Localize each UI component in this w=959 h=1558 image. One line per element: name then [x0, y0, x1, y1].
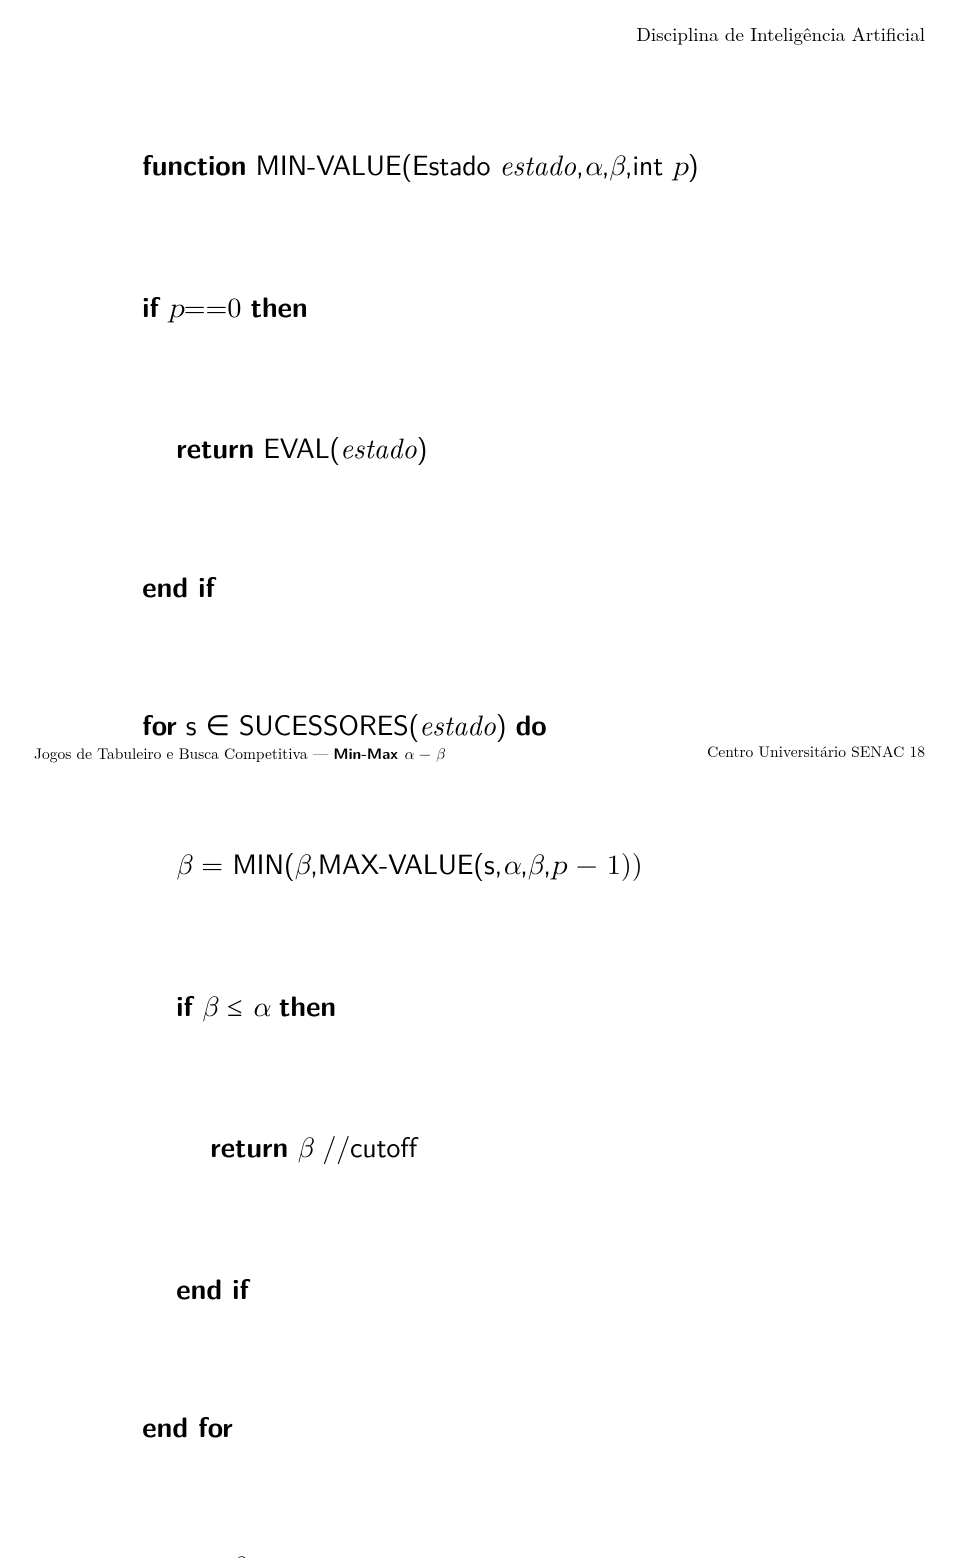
fn-sucessores: SUCESSORES(: [230, 703, 419, 744]
minus-one-close: − 1)): [576, 843, 643, 883]
alpha: α: [584, 153, 602, 181]
keyword-endif: end if: [142, 566, 215, 606]
footer-left: Jogos de Tabuleiro e Busca Competitiva —…: [34, 741, 445, 765]
type-int: int: [632, 143, 672, 184]
elem-of: ∈: [205, 704, 229, 744]
code-line-7: if β ≤ α then: [139, 935, 698, 1077]
var-p: p: [551, 852, 576, 880]
keyword-return: return: [176, 427, 254, 467]
sep: ,: [576, 143, 584, 184]
code-line-5: for s ∈ SUCESSORES(estado) do: [105, 655, 698, 794]
code-line-3: return EVAL(estado): [139, 378, 698, 517]
fn-name: MIN-VALUE(: [246, 143, 412, 184]
keyword-do: do: [516, 704, 547, 744]
beta: β: [220, 1554, 245, 1558]
beta: β: [528, 852, 544, 880]
fn-eval: EVAL(: [254, 426, 340, 467]
arg-estado: estado: [419, 704, 496, 744]
keyword-then: then: [279, 985, 336, 1025]
alpha: α: [502, 852, 520, 880]
sep: ,: [543, 842, 551, 883]
arg-s: s,: [484, 842, 502, 883]
var-p: p: [159, 295, 184, 323]
footer-section: Min-Max: [333, 741, 403, 764]
beta: β: [295, 852, 311, 880]
footer-right: Centro Universitário SENAC 18: [707, 741, 925, 765]
keyword-endfor: end for: [142, 1406, 232, 1446]
page-header-right: Disciplina de Inteligência Artificial: [636, 20, 925, 47]
footer-topic: Jogos de Tabuleiro e Busca Competitiva —: [34, 743, 333, 764]
keyword-function: function: [142, 144, 246, 184]
beta: β: [176, 852, 201, 880]
keyword-if: if: [142, 286, 159, 326]
keyword-endif: end if: [176, 1268, 249, 1308]
keyword-then: then: [251, 286, 308, 326]
keyword-return: return: [210, 1126, 288, 1166]
fn-maxvalue: MAX-VALUE(: [318, 842, 484, 883]
code-line-1: function MIN-VALUE(Estado estado,α,β,int…: [105, 95, 698, 237]
var-s: s: [177, 703, 206, 744]
minus: −: [419, 743, 436, 764]
leq: ≤: [227, 985, 252, 1025]
sep: ,: [520, 842, 528, 883]
sep: ,: [310, 842, 318, 883]
close: ): [496, 703, 516, 744]
code-line-11: return β: [105, 1496, 698, 1558]
param-p: p: [672, 153, 688, 181]
keyword-if: if: [176, 985, 193, 1025]
page-footer: Jogos de Tabuleiro e Busca Competitiva —…: [34, 741, 925, 765]
close: ): [417, 426, 428, 467]
beta: β: [436, 748, 445, 763]
fn-min: MIN(: [232, 842, 294, 883]
comment-cutoff: //cutoff: [322, 1125, 417, 1166]
beta: β: [193, 994, 227, 1022]
code-line-9: end if: [139, 1219, 698, 1358]
eq-zero: ==0: [184, 286, 251, 326]
param-estado: estado: [499, 144, 576, 184]
code-line-6: β = MIN(β,MAX-VALUE(s,α,β,p − 1)): [139, 794, 698, 936]
alpha: α: [404, 748, 419, 763]
type: Estado: [412, 143, 499, 184]
beta: β: [609, 153, 625, 181]
code-line-2: if p==0 then: [105, 237, 698, 379]
beta: β: [288, 1135, 322, 1163]
code-line-10: end for: [105, 1357, 698, 1496]
keyword-return: return: [142, 1545, 220, 1558]
code-line-4: end if: [105, 517, 698, 656]
alpha: α: [252, 994, 279, 1022]
pseudocode-block: function MIN-VALUE(Estado estado,α,β,int…: [105, 95, 698, 1558]
code-line-8: return β //cutoff: [173, 1077, 698, 1219]
assign: =: [201, 843, 232, 883]
keyword-for: for: [142, 704, 176, 744]
course-title: Disciplina de Inteligência Artificial: [636, 20, 925, 47]
arg-estado: estado: [340, 427, 417, 467]
close-paren: ): [688, 143, 699, 184]
